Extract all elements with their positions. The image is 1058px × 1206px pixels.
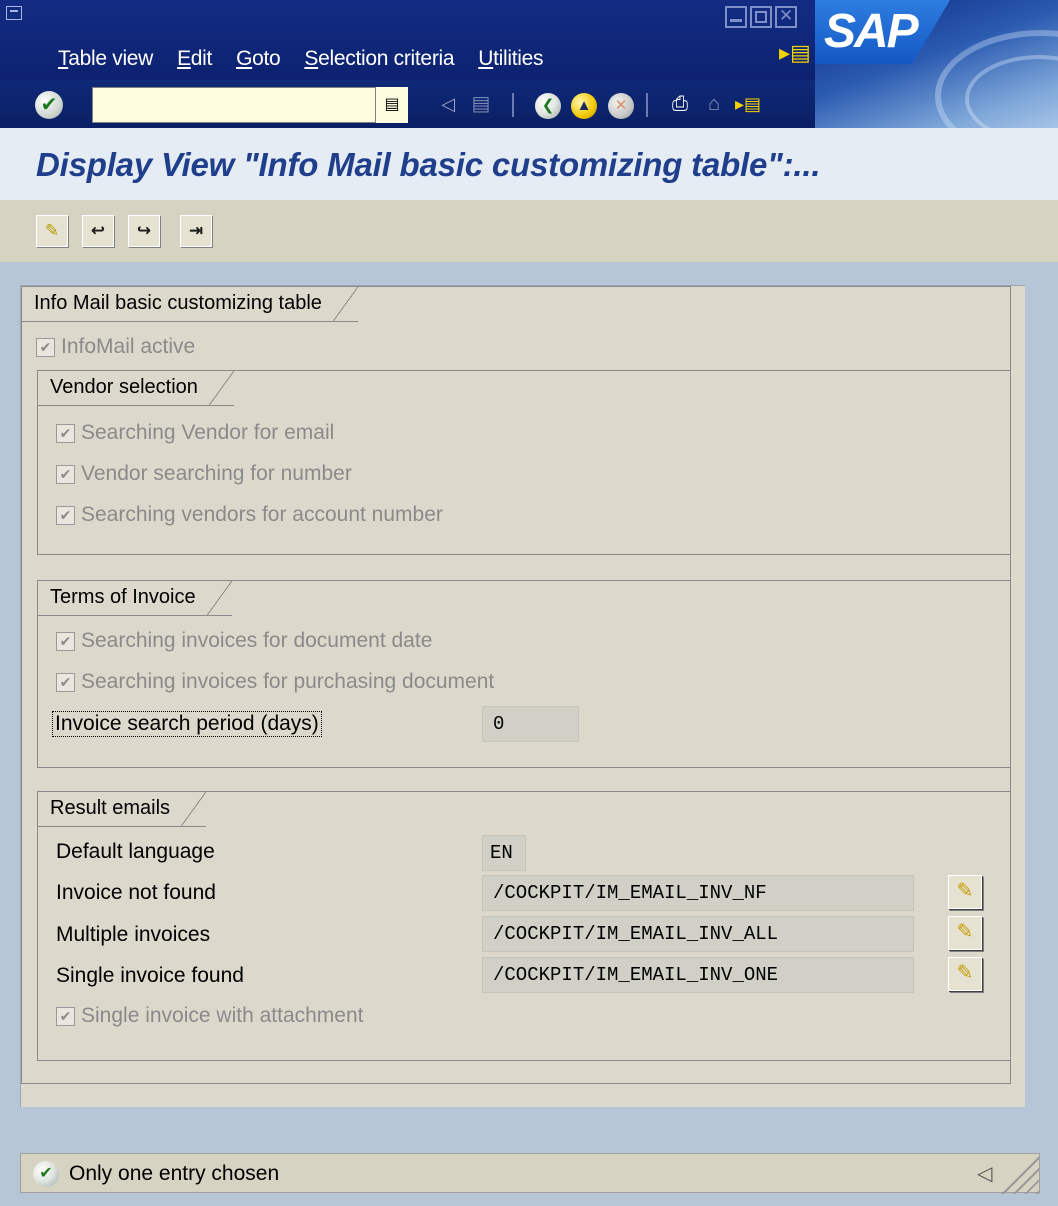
vendor-email-label: Searching Vendor for email (81, 421, 335, 444)
toolbar-separator (512, 93, 514, 117)
menu: Table view Edit Goto Selection criteria … (58, 47, 544, 71)
default-language-field[interactable]: EN (482, 835, 526, 871)
vendor-number-checkbox[interactable]: ✔ (56, 464, 75, 484)
invoice-not-found-field[interactable]: /COCKPIT/IM_EMAIL_INV_NF (482, 875, 914, 911)
infomail-active-option: ✔ InfoMail active (36, 335, 195, 359)
invoice-docdate-checkbox[interactable]: ✔ (56, 631, 75, 651)
attachment-option: ✔ Single invoice with attachment (56, 1004, 364, 1028)
command-field[interactable] (92, 87, 376, 123)
close-icon[interactable] (775, 6, 797, 28)
terms-of-invoice-title: Terms of Invoice (37, 580, 232, 616)
single-invoice-found-label: Single invoice found (56, 964, 244, 987)
back-icon[interactable]: ◁ (434, 90, 462, 118)
menu-item-utilities[interactable]: Utilities (478, 47, 543, 71)
attachment-checkbox[interactable]: ✔ (56, 1006, 75, 1026)
maximize-icon[interactable] (750, 6, 772, 28)
customize-layout-icon[interactable]: ▸▤ (779, 40, 811, 66)
terms-of-invoice-frame: Terms of Invoice ✔ Searching invoices fo… (37, 580, 1011, 768)
invoice-purchdoc-checkbox[interactable]: ✔ (56, 672, 75, 692)
vendor-option: ✔ Vendor searching for number (56, 462, 352, 486)
menu-item-edit[interactable]: Edit (177, 47, 212, 71)
success-icon: ✔ (33, 1161, 59, 1187)
default-language-label: Default language (56, 840, 215, 863)
status-expand-icon[interactable]: ◁ (977, 1161, 992, 1186)
vendor-email-checkbox[interactable]: ✔ (56, 423, 75, 443)
print-icon[interactable]: ⎙ (666, 90, 694, 118)
cancel-icon[interactable]: ✕ (607, 90, 635, 119)
invoice-option: ✔ Searching invoices for purchasing docu… (56, 670, 494, 694)
enter-icon[interactable]: ✔ (35, 91, 63, 119)
multiple-invoices-label: Multiple invoices (56, 923, 211, 946)
infomail-active-label: InfoMail active (61, 335, 196, 358)
application-toolbar: ✎ ↩ ↪ ⇥ (0, 200, 1058, 262)
invoice-purchdoc-label: Searching invoices for purchasing docume… (81, 670, 495, 693)
minimize-icon[interactable] (725, 6, 747, 28)
result-emails-frame: Result emails Default language EN Invoic… (37, 791, 1011, 1061)
single-invoice-found-field[interactable]: /COCKPIT/IM_EMAIL_INV_ONE (482, 957, 914, 993)
menu-item-table-view[interactable]: Table view (58, 47, 153, 71)
invoice-period-label: Invoice search period (days) (52, 711, 322, 737)
vendor-account-label: Searching vendors for account number (81, 503, 443, 526)
menu-item-selection-criteria[interactable]: Selection criteria (304, 47, 454, 71)
menu-item-goto[interactable]: Goto (236, 47, 281, 71)
toolbar-separator (646, 93, 648, 117)
vendor-option: ✔ Searching Vendor for email (56, 421, 334, 445)
find-icon[interactable]: ⌂ (700, 90, 728, 118)
sap-logo-text: SAP (824, 5, 919, 58)
invoice-docdate-label: Searching invoices for document date (81, 629, 433, 652)
main-frame-title: Info Mail basic customizing table (21, 286, 358, 322)
content-area: Info Mail basic customizing table ✔ Info… (20, 285, 1025, 1107)
command-history-icon[interactable]: ▤ (376, 87, 408, 123)
infomail-active-checkbox[interactable]: ✔ (36, 337, 55, 357)
system-menu-icon[interactable] (6, 6, 22, 20)
last-entry-icon[interactable]: ⇥ (180, 215, 212, 247)
invoice-period-field[interactable]: 0 (482, 706, 579, 742)
vendor-selection-title: Vendor selection (37, 370, 234, 406)
edit-email-button[interactable]: ✎ (948, 957, 982, 991)
exit-icon[interactable]: ▲ (570, 90, 598, 119)
resize-grip-icon[interactable] (999, 1154, 1039, 1194)
status-message: Only one entry chosen (69, 1162, 280, 1185)
edit-email-button[interactable]: ✎ (948, 916, 982, 950)
find-next-icon[interactable]: ▸▤ (734, 90, 762, 118)
status-bar: ✔ Only one entry chosen ◁ (20, 1153, 1040, 1194)
vendor-number-label: Vendor searching for number (81, 462, 352, 485)
title-bar: Display View "Info Mail basic customizin… (0, 128, 1058, 200)
standard-toolbar: ✔ ▤ ◁ ▤ ❮ ▲ ✕ ⎙ ⌂ ▸▤ (0, 80, 815, 128)
next-entry-icon[interactable]: ↪ (128, 215, 160, 247)
edit-email-button[interactable]: ✎ (948, 875, 982, 909)
page-title: Display View "Info Mail basic customizin… (36, 146, 821, 183)
vendor-account-checkbox[interactable]: ✔ (56, 505, 75, 525)
multiple-invoices-field[interactable]: /COCKPIT/IM_EMAIL_INV_ALL (482, 916, 914, 952)
green-arrow-back-icon[interactable]: ❮ (534, 90, 562, 119)
result-emails-title: Result emails (37, 791, 207, 827)
save-icon[interactable]: ▤ (467, 90, 495, 118)
change-display-icon[interactable]: ✎ (36, 215, 68, 247)
window-controls (725, 6, 797, 28)
attachment-label: Single invoice with attachment (81, 1004, 364, 1027)
invoice-option: ✔ Searching invoices for document date (56, 629, 432, 653)
sap-branding-area: SAP (815, 0, 1058, 128)
vendor-option: ✔ Searching vendors for account number (56, 503, 443, 527)
vendor-selection-frame: Vendor selection ✔ Searching Vendor for … (37, 370, 1011, 555)
invoice-not-found-label: Invoice not found (56, 881, 216, 904)
sap-logo: SAP (815, 0, 950, 64)
previous-entry-icon[interactable]: ↩ (82, 215, 114, 247)
